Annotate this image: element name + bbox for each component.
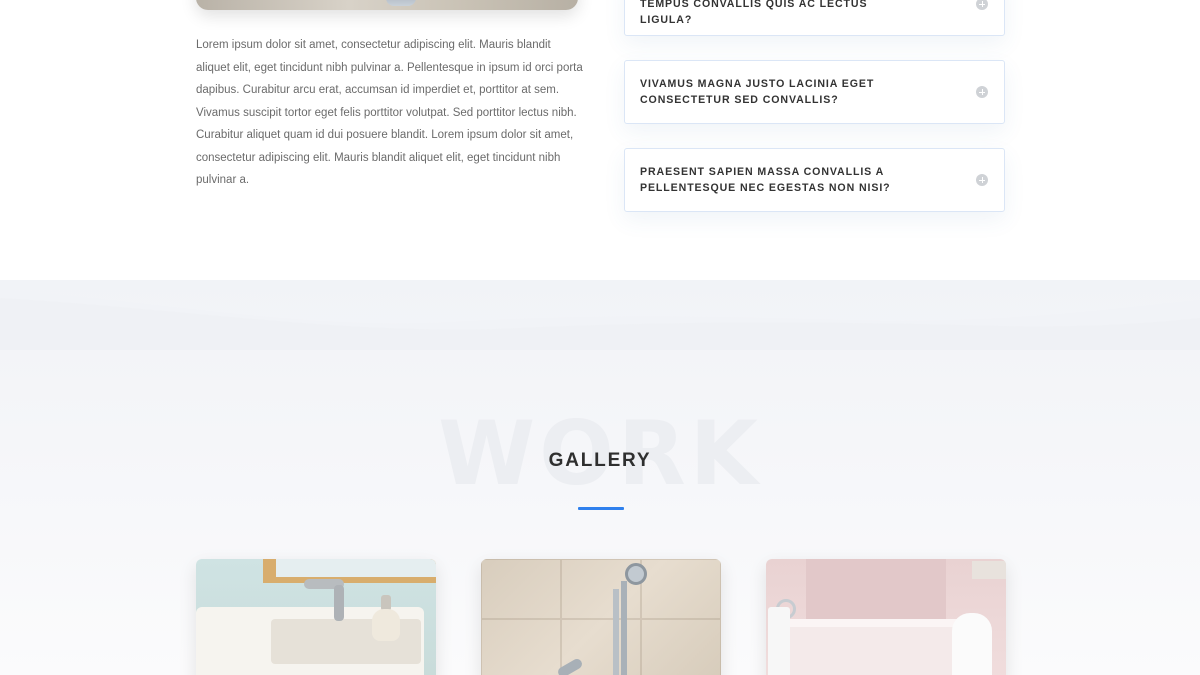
faucet-spout	[334, 585, 344, 621]
toilet	[952, 613, 992, 675]
plus-circle-icon[interactable]	[976, 0, 988, 10]
faq-item[interactable]: Praesent sapien massa convallis a pellen…	[624, 148, 1005, 212]
gallery-card-shower[interactable]	[481, 559, 721, 675]
shower-pipe	[613, 589, 619, 675]
wall-tile	[641, 559, 721, 619]
tiled-wall	[806, 559, 946, 619]
shower-rail	[621, 581, 627, 675]
gallery-card-bathtub[interactable]	[766, 559, 1006, 675]
towel	[768, 607, 790, 675]
title-underline	[578, 507, 624, 510]
soap-dispenser	[372, 609, 400, 641]
plus-circle-icon[interactable]	[976, 86, 988, 98]
intro-paragraph: Lorem ipsum dolor sit amet, consectetur …	[196, 39, 583, 186]
gallery-card-sink[interactable]	[196, 559, 436, 675]
faq-question: Praesent sapien massa convallis a pellen…	[640, 165, 891, 195]
faq-question: Vivamus magna justo lacinia eget consect…	[640, 77, 875, 107]
wall-tile	[641, 619, 721, 675]
section-title: GALLERY	[548, 450, 652, 471]
plus-circle-icon[interactable]	[976, 174, 988, 186]
wall-tile	[481, 619, 561, 675]
shelf	[972, 561, 1006, 579]
wall-tile	[481, 559, 561, 619]
faq-item[interactable]: Curabitur non nulla sit amet nisl tempus…	[624, 0, 1005, 36]
feature-image	[196, 0, 578, 10]
section-wave-divider	[0, 290, 1200, 350]
faucet-detail	[386, 0, 416, 6]
shower-head	[625, 563, 647, 585]
bathtub	[781, 627, 981, 675]
faq-item[interactable]: Vivamus magna justo lacinia eget consect…	[624, 60, 1005, 124]
faq-question: Curabitur non nulla sit amet nisl tempus…	[640, 0, 868, 27]
mirror	[276, 559, 436, 577]
